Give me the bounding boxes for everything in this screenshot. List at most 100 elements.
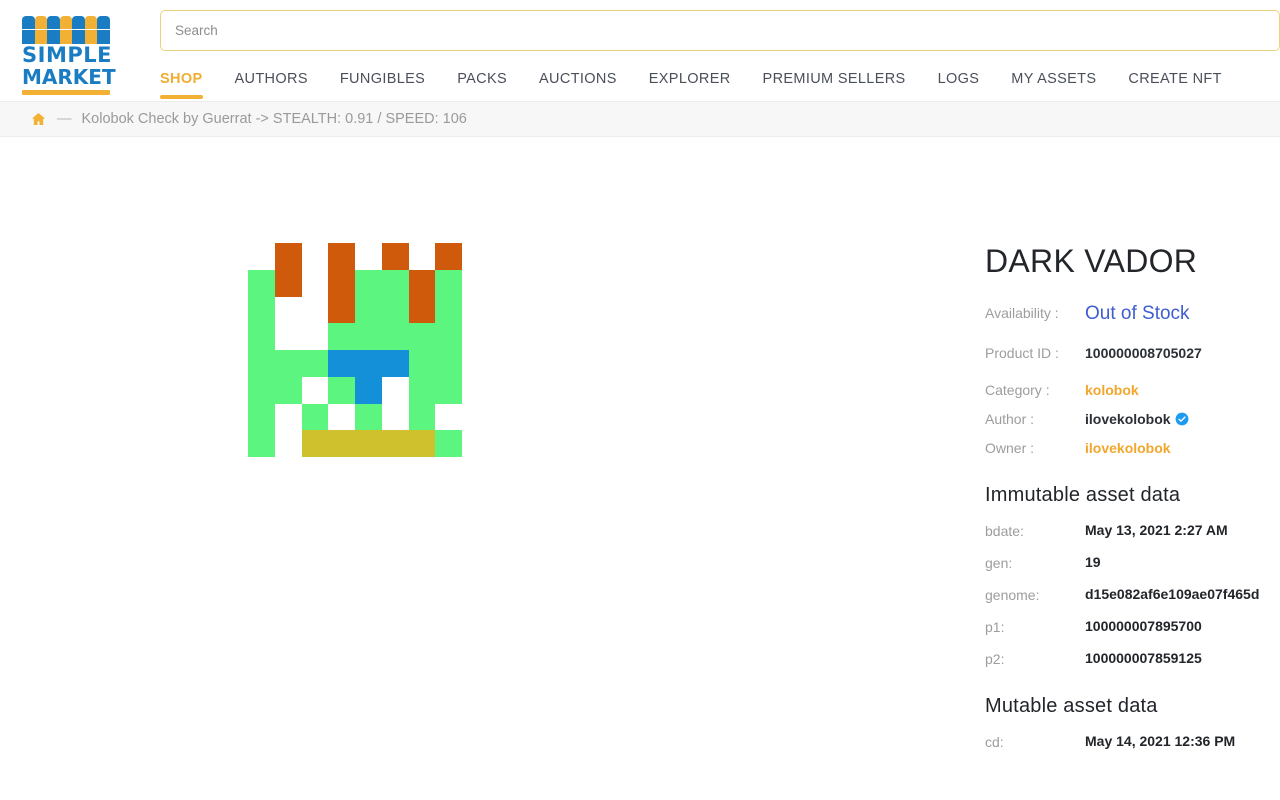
nft-pixel-r5-c3 xyxy=(328,376,355,404)
availability-row: Availability : Out of Stock xyxy=(985,302,1280,326)
nft-pixel-r4-c1 xyxy=(274,350,302,377)
immutable-key-gen: gen: xyxy=(985,555,1013,571)
immutable-value-genome: d15e082af6e109ae07f465d xyxy=(1085,586,1260,602)
nft-pixel-r6-c7 xyxy=(435,403,462,431)
breadcrumb: — Kolobok Check by Guerrat -> STEALTH: 0… xyxy=(0,101,1280,137)
category-row: Category : kolobok xyxy=(985,377,1280,400)
nft-pixel-r2-c2 xyxy=(301,296,329,324)
nft-pixel-r7-c7 xyxy=(435,430,462,457)
nav-item-authors[interactable]: AUTHORS xyxy=(235,67,308,99)
nft-pixel-r0-c4 xyxy=(355,243,382,270)
nft-pixel-r1-c0 xyxy=(248,269,275,297)
nft-pixel-r4-c6 xyxy=(408,350,436,377)
nft-pixel-r4-c2 xyxy=(301,350,329,377)
nft-pixel-r1-c3 xyxy=(328,269,355,297)
nft-pixel-r7-c3 xyxy=(328,430,355,457)
product-id-row: Product ID : 100000008705027 xyxy=(985,340,1280,363)
logo-container[interactable]: SIMPLE MARKET xyxy=(0,0,160,95)
nav-item-premium-sellers[interactable]: PREMIUM SELLERS xyxy=(763,67,906,99)
nft-pixel-r5-c5 xyxy=(381,376,409,404)
nft-pixel-r6-c1 xyxy=(274,403,302,431)
search-input[interactable] xyxy=(160,10,1280,51)
nft-pixel-r4-c7 xyxy=(435,350,462,377)
nft-pixel-r2-c3 xyxy=(328,296,355,324)
nft-pixel-r1-c2 xyxy=(301,269,329,297)
author-value[interactable]: ilovekolobok xyxy=(1085,411,1171,427)
nav-item-explorer[interactable]: EXPLORER xyxy=(649,67,731,99)
nft-pixel-r6-c4 xyxy=(355,403,382,431)
nav-item-shop[interactable]: SHOP xyxy=(160,67,203,99)
nft-pixel-r0-c1 xyxy=(274,243,302,270)
logo-awning-top xyxy=(22,16,111,29)
nft-pixel-r4-c5 xyxy=(381,350,409,377)
availability-label: Availability : xyxy=(985,305,1059,321)
nft-pixel-r2-c0 xyxy=(248,296,275,324)
nft-pixel-r2-c4 xyxy=(355,296,382,324)
breadcrumb-text[interactable]: Kolobok Check by Guerrat -> STEALTH: 0.9… xyxy=(82,111,467,127)
nft-pixel-r3-c7 xyxy=(435,323,462,350)
nft-pixel-art[interactable] xyxy=(248,243,462,457)
immutable-value-bdate: May 13, 2021 2:27 AM xyxy=(1085,522,1228,538)
product-id-value: 100000008705027 xyxy=(1085,345,1202,361)
nft-pixel-r2-c7 xyxy=(435,296,462,324)
availability-value: Out of Stock xyxy=(1085,303,1190,324)
nav-item-my-assets[interactable]: MY ASSETS xyxy=(1011,67,1096,99)
nft-pixel-r0-c5 xyxy=(381,243,409,270)
nft-pixel-r1-c7 xyxy=(435,269,462,297)
immutable-row-bdate: bdate: May 13, 2021 2:27 AM xyxy=(985,521,1280,541)
nav-item-create-nft[interactable]: CREATE NFT xyxy=(1128,67,1221,99)
asset-details-pane: DARK VADOR Availability : Out of Stock P… xyxy=(985,137,1280,800)
immutable-key-bdate: bdate: xyxy=(985,523,1024,539)
immutable-key-p2: p2: xyxy=(985,651,1005,667)
immutable-value-p1: 100000007895700 xyxy=(1085,618,1202,634)
nft-pixel-r3-c6 xyxy=(408,323,436,350)
mutable-value-cd: May 14, 2021 12:36 PM xyxy=(1085,733,1236,749)
nft-pixel-r2-c5 xyxy=(381,296,409,324)
nft-pixel-r5-c7 xyxy=(435,376,462,404)
nft-pixel-r7-c2 xyxy=(301,430,329,457)
owner-label: Owner : xyxy=(985,440,1035,456)
nft-pixel-r5-c4 xyxy=(355,376,382,404)
asset-image-pane xyxy=(0,137,985,800)
nft-pixel-r4-c0 xyxy=(248,350,275,377)
nft-pixel-r3-c1 xyxy=(274,323,302,350)
page-title: DARK VADOR xyxy=(985,243,1198,279)
nft-pixel-r1-c4 xyxy=(355,269,382,297)
immutable-row-p1: p1: 100000007895700 xyxy=(985,617,1280,637)
logo-text-market: MARKET xyxy=(22,65,116,89)
verified-badge-icon xyxy=(1175,412,1188,426)
nav-item-logs[interactable]: LOGS xyxy=(938,67,980,99)
nft-pixel-r0-c3 xyxy=(328,243,355,270)
nft-pixel-r5-c1 xyxy=(274,376,302,404)
home-icon[interactable] xyxy=(30,111,47,127)
nav-item-auctions[interactable]: AUCTIONS xyxy=(539,67,617,99)
nft-pixel-r3-c5 xyxy=(381,323,409,350)
mutable-section-heading: Mutable asset data xyxy=(985,695,1158,717)
nft-pixel-r5-c2 xyxy=(301,376,329,404)
nft-pixel-r0-c0 xyxy=(248,243,275,270)
owner-row: Owner : ilovekolobok xyxy=(985,435,1280,458)
header-right: SHOP AUTHORS FUNGIBLES PACKS AUCTIONS EX… xyxy=(160,0,1280,99)
nav-item-packs[interactable]: PACKS xyxy=(457,67,507,99)
search-row xyxy=(160,10,1280,51)
nft-pixel-r2-c6 xyxy=(408,296,436,324)
nav-item-fungibles[interactable]: FUNGIBLES xyxy=(340,67,425,99)
nft-pixel-r1-c5 xyxy=(381,269,409,297)
author-value-wrap: ilovekolobok xyxy=(1085,406,1189,429)
nft-pixel-r0-c7 xyxy=(435,243,462,270)
category-value[interactable]: kolobok xyxy=(1085,377,1139,400)
simple-market-logo[interactable]: SIMPLE MARKET xyxy=(22,16,116,95)
author-label: Author : xyxy=(985,411,1035,427)
nft-pixel-r7-c5 xyxy=(381,430,409,457)
nft-pixel-r6-c5 xyxy=(381,403,409,431)
breadcrumb-separator: — xyxy=(57,111,72,127)
mutable-row-cd: cd: May 14, 2021 12:36 PM xyxy=(985,732,1280,752)
logo-text-simple: SIMPLE xyxy=(22,43,112,67)
site-header: SIMPLE MARKET SHOP AUTHORS FUNGIBLES PAC… xyxy=(0,0,1280,101)
nft-pixel-r7-c1 xyxy=(274,430,302,457)
nft-pixel-r6-c2 xyxy=(301,403,329,431)
nft-pixel-r0-c2 xyxy=(301,243,329,270)
logo-underbar xyxy=(22,90,110,95)
owner-value[interactable]: ilovekolobok xyxy=(1085,435,1171,458)
nft-pixel-r4-c4 xyxy=(355,350,382,377)
